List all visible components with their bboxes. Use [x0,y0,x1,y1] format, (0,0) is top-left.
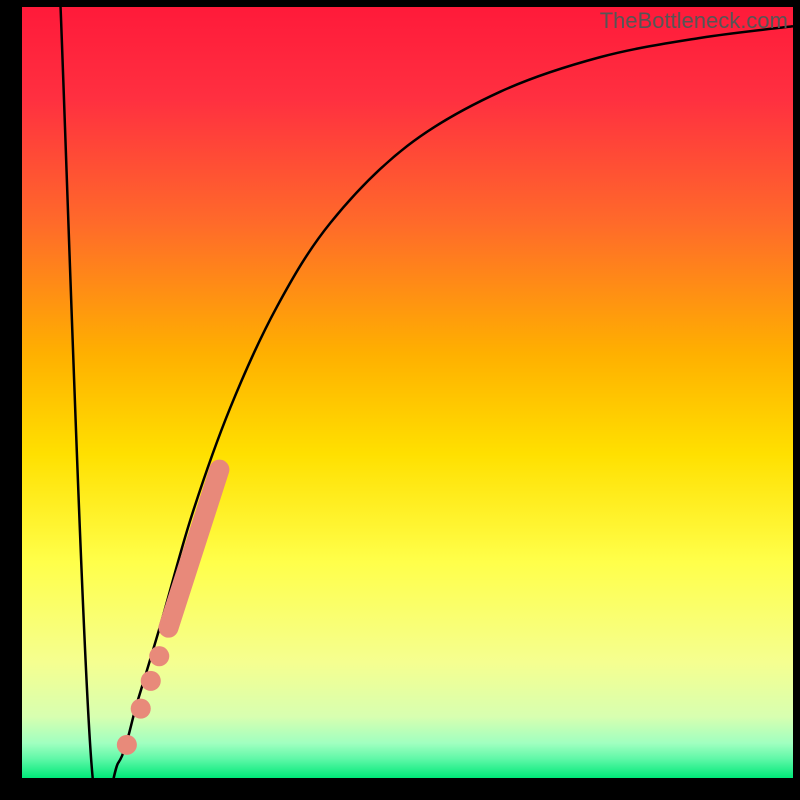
chart-svg [22,7,793,778]
attribution-text: TheBottleneck.com [600,8,788,34]
gradient-background [22,7,793,778]
marker-dot [131,699,151,719]
plot-area [22,7,793,778]
marker-dot [117,735,137,755]
marker-dot [141,671,161,691]
chart-container: TheBottleneck.com [0,0,800,800]
marker-dot [149,646,169,666]
